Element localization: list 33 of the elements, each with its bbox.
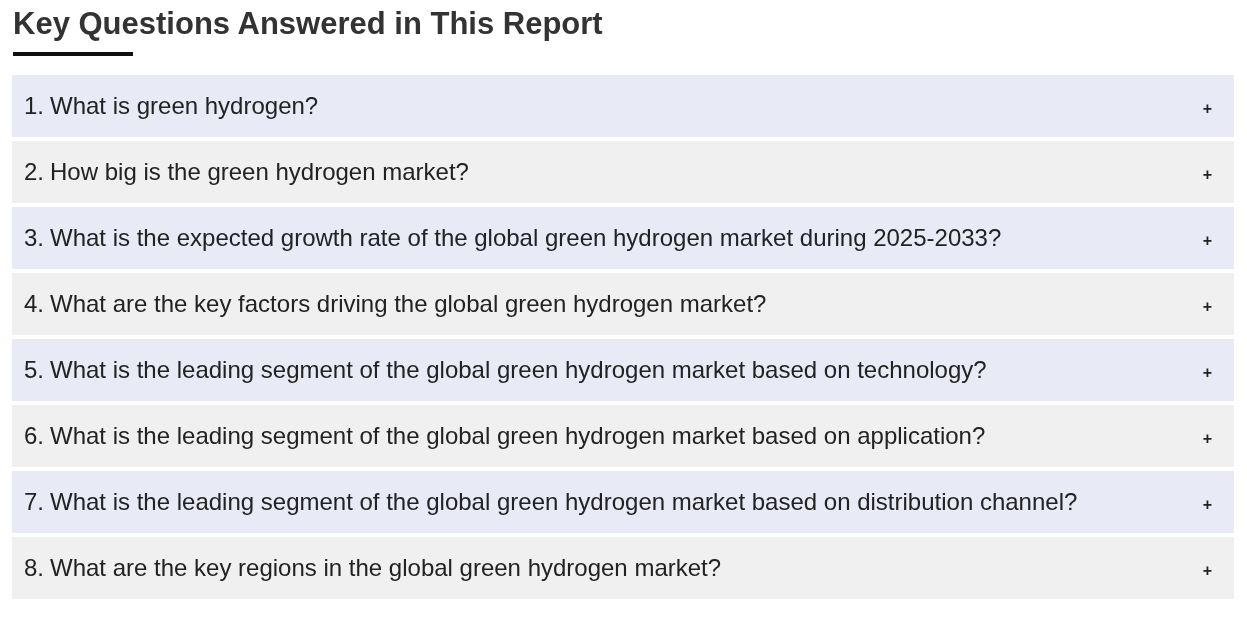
accordion-item[interactable]: 3. What is the expected growth rate of the global green hydrogen market during 2025-2033? + <box>12 207 1234 269</box>
question-number: 3. <box>24 223 44 253</box>
question-number: 7. <box>24 487 44 517</box>
question-text: What is green hydrogen? <box>50 91 320 121</box>
question-text: What are the key regions in the global green hydrogen market? <box>50 553 723 583</box>
expand-toggle[interactable]: + <box>1202 556 1212 580</box>
accordion-item[interactable]: 4. What are the key factors driving the global green hydrogen market? + <box>12 273 1234 335</box>
question-number: 1. <box>24 91 44 121</box>
accordion-item[interactable]: 5. What is the leading segment of the global green hydrogen market based on technology? + <box>12 339 1234 401</box>
expand-toggle[interactable]: + <box>1202 226 1212 250</box>
question-text: What are the key factors driving the global green hydrogen market? <box>50 289 768 319</box>
question-number: 2. <box>24 157 44 187</box>
expand-toggle[interactable]: + <box>1202 94 1212 118</box>
question-text: What is the leading segment of the global green hydrogen market based on technology? <box>50 355 988 385</box>
question-number: 5. <box>24 355 44 385</box>
accordion-item[interactable]: 7. What is the leading segment of the global green hydrogen market based on distribution channel? + <box>12 471 1234 533</box>
expand-toggle[interactable]: + <box>1202 292 1212 316</box>
question-text: What is the expected growth rate of the global green hydrogen market during 2025-2033? <box>50 223 1003 253</box>
expand-toggle[interactable]: + <box>1202 358 1212 382</box>
question-text: What is the leading segment of the global green hydrogen market based on application? <box>50 421 987 451</box>
accordion-item[interactable]: 2. How big is the green hydrogen market? + <box>12 141 1234 203</box>
expand-toggle[interactable]: + <box>1202 490 1212 514</box>
section-heading: Key Questions Answered in This Report <box>12 5 603 43</box>
expand-toggle[interactable]: + <box>1202 160 1212 184</box>
accordion-item[interactable]: 1. What is green hydrogen? + <box>12 75 1234 137</box>
question-text: How big is the green hydrogen market? <box>50 157 470 187</box>
accordion-item[interactable]: 6. What is the leading segment of the global green hydrogen market based on application? + <box>12 405 1234 467</box>
question-text: What is the leading segment of the global green hydrogen market based on distribution channel? <box>50 487 1079 517</box>
question-number: 8. <box>24 553 44 583</box>
expand-toggle[interactable]: + <box>1202 424 1212 448</box>
question-number: 4. <box>24 289 44 319</box>
accordion-item[interactable]: 8. What are the key regions in the global green hydrogen market? + <box>12 537 1234 599</box>
question-number: 6. <box>24 421 44 451</box>
